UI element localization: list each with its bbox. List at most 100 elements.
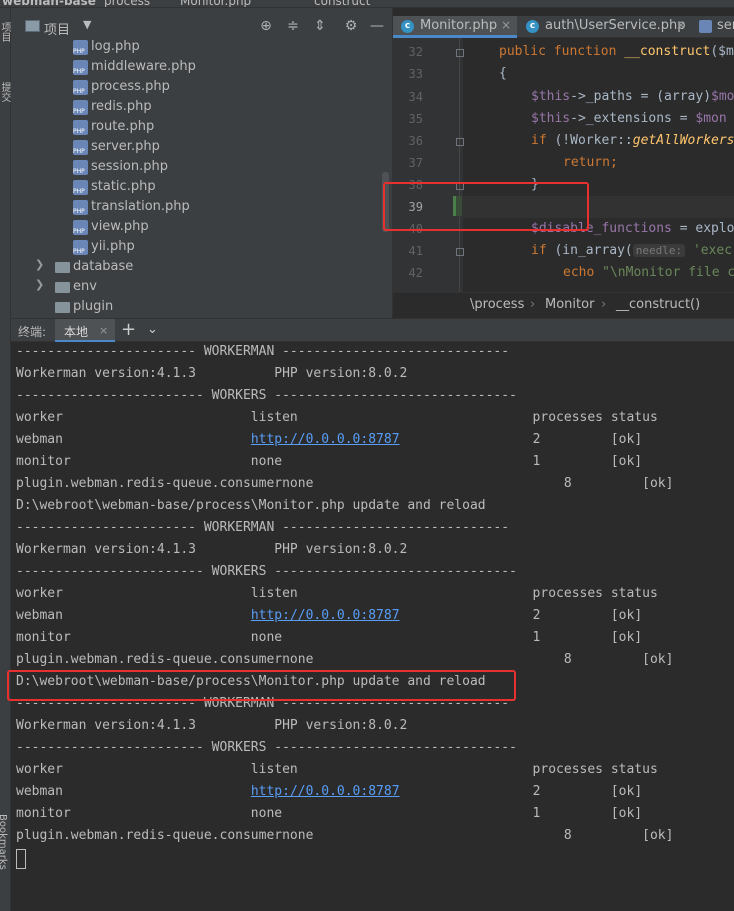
tree-file-name: redis.php [91, 99, 152, 114]
php-file-icon [73, 220, 88, 235]
php-file-icon [73, 100, 88, 115]
current-line-highlight [463, 196, 734, 218]
code-line-32[interactable]: public function __construct($m [499, 44, 734, 59]
close-icon[interactable]: × [99, 324, 108, 337]
code-line-36[interactable]: if (!Worker::getAllWorkers [531, 133, 734, 148]
tree-folder-name: env [73, 279, 97, 294]
line-number: 40 [408, 222, 423, 236]
terminal-line-webman: webman http://0.0.0.0:8787 2 [ok] [16, 784, 643, 799]
tree-folder[interactable]: plugin [11, 298, 392, 318]
tree-file[interactable]: session.php [11, 158, 392, 178]
php-file-icon [73, 160, 88, 175]
terminal-line-webman: webman http://0.0.0.0:8787 2 [ok] [16, 608, 643, 623]
tab-user-service-php[interactable]: c auth\UserService.php × [518, 16, 693, 38]
tree-file[interactable]: server.php [11, 138, 392, 158]
code-line-34[interactable]: $this->_paths = (array)$mo [531, 89, 734, 104]
code-line-42[interactable]: echo "\nMonitor file c [563, 265, 734, 280]
chevron-down-icon[interactable]: ▼ [83, 18, 91, 31]
project-panel-title[interactable]: 项目 [44, 19, 70, 38]
php-file-icon [73, 60, 88, 75]
class-icon: c [526, 20, 539, 33]
crosshair-icon[interactable]: ⊕ [257, 17, 275, 35]
tree-folder[interactable]: ❯ database [11, 258, 392, 278]
tree-file[interactable]: static.php [11, 178, 392, 198]
terminal-line: Workerman version:4.1.3 PHP version:8.0.… [16, 366, 408, 381]
tree-file[interactable]: process.php [11, 78, 392, 98]
terminal-title: 终端: [18, 325, 47, 339]
code-line-37[interactable]: return; [563, 155, 618, 170]
tree-file-name: static.php [91, 179, 156, 194]
gear-icon[interactable]: ⚙ [342, 17, 360, 35]
code-line-40[interactable]: $disable_functions = explo [531, 221, 734, 236]
code-line-41[interactable]: if (in_array(needle: 'exec [531, 243, 732, 258]
tree-file-name: session.php [91, 159, 168, 174]
terminal-line: plugin.webman.redis-queue.consumernone 8… [16, 652, 674, 667]
project-panel-header: 项目 ▼ ⊕ ≑ ⇕ ⚙ — [11, 17, 392, 39]
php-file-icon [73, 240, 88, 255]
tree-file[interactable]: redis.php [11, 98, 392, 118]
tree-folder[interactable]: ❯ env [11, 278, 392, 298]
tree-file[interactable]: route.php [11, 118, 392, 138]
tree-file-name: view.php [91, 219, 149, 234]
code-line-38[interactable]: } [531, 177, 539, 192]
tree-file[interactable]: middleware.php [11, 58, 392, 78]
terminal-line: monitor none 1 [ok] [16, 806, 643, 821]
terminal-line: Workerman version:4.1.3 PHP version:8.0.… [16, 542, 408, 557]
breadcrumb-separator: › [530, 297, 536, 312]
tab-local-terminal[interactable]: 本地 × [55, 319, 115, 343]
tab-monitor-php[interactable]: c Monitor.php × [393, 16, 517, 38]
chevron-right-icon[interactable]: ❯ [35, 258, 44, 271]
method-crumb[interactable]: __construct [302, 0, 370, 7]
line-number: 37 [408, 156, 423, 170]
new-terminal-button[interactable]: + [121, 319, 136, 340]
fold-icon[interactable] [456, 182, 464, 190]
tree-file-name: log.php [91, 39, 140, 54]
terminal-line: D:\webroot\webman-base/process\Monitor.p… [16, 498, 486, 513]
project-scrollbar[interactable] [382, 172, 389, 232]
tab-label: ser [717, 18, 734, 33]
code-line-35[interactable]: $this->_extensions = $mon [531, 111, 727, 126]
bookmarks-tool-button[interactable]: Bookmarks [0, 814, 8, 870]
url-link[interactable]: http://0.0.0.0:8787 [251, 784, 400, 799]
breadcrumb-method[interactable]: __construct() [616, 297, 700, 312]
tree-file[interactable]: yii.php [11, 238, 392, 258]
url-link[interactable]: http://0.0.0.0:8787 [251, 608, 400, 623]
expand-all-icon[interactable]: ⇕ [311, 17, 329, 35]
php-file-icon [73, 200, 88, 215]
collapse-all-icon[interactable]: ≑ [284, 17, 302, 35]
tree-file[interactable]: log.php [11, 38, 392, 58]
fold-icon[interactable] [456, 138, 464, 146]
url-link[interactable]: http://0.0.0.0:8787 [251, 432, 400, 447]
code-line-33[interactable]: { [499, 66, 507, 81]
terminal-line: D:\webroot\webman-base/process\Monitor.p… [16, 674, 486, 689]
close-icon[interactable]: × [676, 18, 686, 32]
minimize-icon[interactable]: — [368, 17, 386, 35]
folder-crumb[interactable]: process [104, 0, 150, 7]
breadcrumb-class[interactable]: Monitor [545, 297, 594, 312]
file-crumb[interactable]: Monitor.php [180, 0, 251, 7]
project-crumb[interactable]: webman-base [2, 0, 96, 7]
breadcrumb-separator: › [601, 297, 607, 312]
chevron-down-icon[interactable]: ⌄ [147, 322, 158, 337]
line-number: 36 [408, 134, 423, 148]
editor-tabs: c Monitor.php × c auth\UserService.php ×… [393, 16, 734, 38]
breadcrumb-namespace[interactable]: \process [470, 297, 524, 312]
fold-icon[interactable] [456, 248, 464, 256]
change-marker [453, 196, 462, 216]
terminal-cursor [16, 849, 26, 869]
terminal-line: worker listen processes status [16, 586, 658, 601]
line-number: 34 [408, 90, 423, 104]
terminal-line: ----------------------- WORKERMAN ------… [16, 344, 510, 359]
terminal-line-webman: webman http://0.0.0.0:8787 2 [ok] [16, 432, 643, 447]
project-panel: 项目 ▼ ⊕ ≑ ⇕ ⚙ — log.php middleware.php pr… [11, 8, 392, 318]
fold-icon[interactable] [456, 49, 464, 57]
php-file-icon [699, 20, 712, 33]
terminal-line: plugin.webman.redis-queue.consumernone 8… [16, 828, 674, 843]
tree-file[interactable]: view.php [11, 218, 392, 238]
close-icon[interactable]: × [501, 18, 511, 32]
terminal-output[interactable]: ----------------------- WORKERMAN ------… [11, 342, 734, 911]
tab-server-php[interactable]: ser [695, 16, 734, 38]
chevron-right-icon[interactable]: ❯ [35, 278, 44, 291]
tree-file[interactable]: translation.php [11, 198, 392, 218]
tree-file-name: translation.php [91, 199, 190, 214]
